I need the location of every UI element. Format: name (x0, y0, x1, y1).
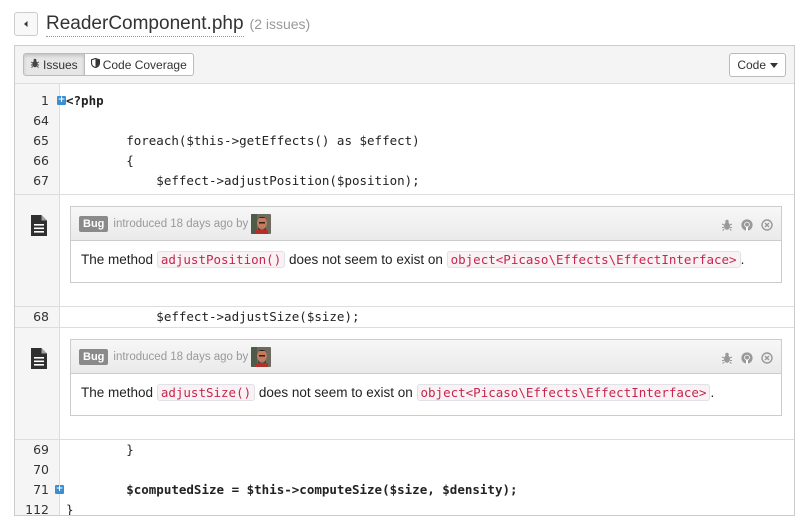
back-button[interactable] (14, 12, 38, 36)
code-coverage-toggle-button[interactable]: Code Coverage (84, 53, 194, 76)
method-name: adjustSize() (156, 384, 256, 401)
line-number[interactable]: 70 (33, 462, 49, 477)
bug-icon (30, 58, 40, 71)
expand-lines-icon[interactable]: + (55, 485, 64, 494)
issue-meta: introduced 18 days ago by (113, 350, 249, 363)
github-icon[interactable] (741, 351, 753, 369)
github-icon[interactable] (741, 218, 753, 236)
code-line: 71 + $computedSize = $this->computeSize($… (15, 480, 794, 500)
bug-badge: Bug (79, 215, 109, 232)
view-toggle-group: Issues Code Coverage (23, 53, 194, 76)
issue-comment-block: Bug introduced 18 days ago by The method… (15, 327, 794, 440)
message-text: . (710, 385, 715, 400)
line-number[interactable]: 66 (33, 153, 49, 168)
dismiss-icon[interactable] (761, 351, 773, 369)
issue-card: Bug introduced 18 days ago by The method… (70, 339, 782, 416)
code-coverage-label: Code Coverage (102, 57, 187, 72)
code-line: 67 $effect->adjustPosition($position); (15, 171, 794, 191)
line-code (60, 460, 66, 480)
code-line: 112 } (15, 500, 794, 516)
code-line: 69 } (15, 440, 794, 460)
toolbar: Issues Code Coverage Code (15, 46, 794, 84)
code-view: 1 + <?php 64 65 foreach($this->getEffects… (15, 84, 794, 516)
caret-down-icon (770, 62, 778, 68)
message-text: does not seem to exist on (289, 252, 443, 267)
issue-count: (2 issues) (249, 16, 311, 32)
code-line: 68 $effect->adjustSize($size); (15, 307, 794, 327)
type-name: object<Picaso\Effects\EffectInterface> (446, 251, 741, 268)
code-line: 70 (15, 460, 794, 480)
message-text: . (740, 252, 745, 267)
issue-meta: introduced 18 days ago by (113, 217, 249, 230)
line-code: foreach($this->getEffects() as $effect) (66, 133, 420, 148)
issue-card: Bug introduced 18 days ago by The method… (70, 206, 782, 283)
code-dropdown-button[interactable]: Code (729, 53, 786, 77)
avatar[interactable] (251, 213, 272, 234)
document-icon (31, 215, 47, 241)
code-line: 64 (15, 111, 794, 131)
issues-toggle-button[interactable]: Issues (23, 53, 85, 76)
line-code: $computedSize = $this->computeSize($size… (66, 482, 518, 497)
issue-comment-block: Bug introduced 18 days ago by The method… (15, 194, 794, 307)
file-header: ReaderComponent.php (2 issues) (14, 10, 310, 38)
file-title[interactable]: ReaderComponent.php (46, 12, 244, 37)
avatar[interactable] (251, 346, 272, 367)
method-name: adjustPosition() (156, 251, 286, 268)
issue-header: Bug introduced 18 days ago by (71, 207, 781, 241)
line-code: { (66, 153, 134, 168)
bug-report-icon[interactable] (721, 351, 733, 369)
line-code: } (66, 502, 74, 516)
issue-message: The method adjustPosition() does not see… (71, 241, 781, 282)
line-code: } (66, 442, 134, 457)
issues-toggle-label: Issues (43, 57, 78, 72)
type-name: object<Picaso\Effects\EffectInterface> (416, 384, 711, 401)
document-icon (31, 348, 47, 374)
line-code: $effect->adjustPosition($position); (66, 173, 420, 188)
line-number[interactable]: 112 (25, 502, 49, 515)
line-number[interactable]: 1 (41, 93, 49, 108)
code-dropdown-label: Code (737, 58, 766, 72)
line-number[interactable]: 69 (33, 442, 49, 457)
code-line: 65 foreach($this->getEffects() as $effec… (15, 131, 794, 151)
code-line: 66 { (15, 151, 794, 171)
issue-message: The method adjustSize() does not seem to… (71, 374, 781, 415)
code-panel: Issues Code Coverage Code 1 + <?php 64 65 (14, 45, 795, 516)
line-number[interactable]: 68 (33, 309, 49, 324)
shield-icon (90, 57, 100, 71)
line-number[interactable]: 67 (33, 173, 49, 188)
expand-lines-icon[interactable]: + (57, 96, 66, 105)
message-text: The method (81, 252, 154, 267)
bug-report-icon[interactable] (721, 218, 733, 236)
message-text: The method (81, 385, 154, 400)
line-number[interactable]: 71 (33, 482, 49, 497)
caret-left-icon (24, 21, 28, 27)
line-number[interactable]: 65 (33, 133, 49, 148)
line-code: $effect->adjustSize($size); (66, 309, 360, 324)
line-code (60, 111, 66, 131)
line-number[interactable]: 64 (33, 113, 49, 128)
message-text: does not seem to exist on (258, 385, 413, 400)
line-code: <?php (66, 93, 104, 108)
dismiss-icon[interactable] (761, 218, 773, 236)
issue-header: Bug introduced 18 days ago by (71, 340, 781, 374)
code-line: 1 + <?php (15, 91, 794, 111)
bug-badge: Bug (79, 348, 109, 365)
